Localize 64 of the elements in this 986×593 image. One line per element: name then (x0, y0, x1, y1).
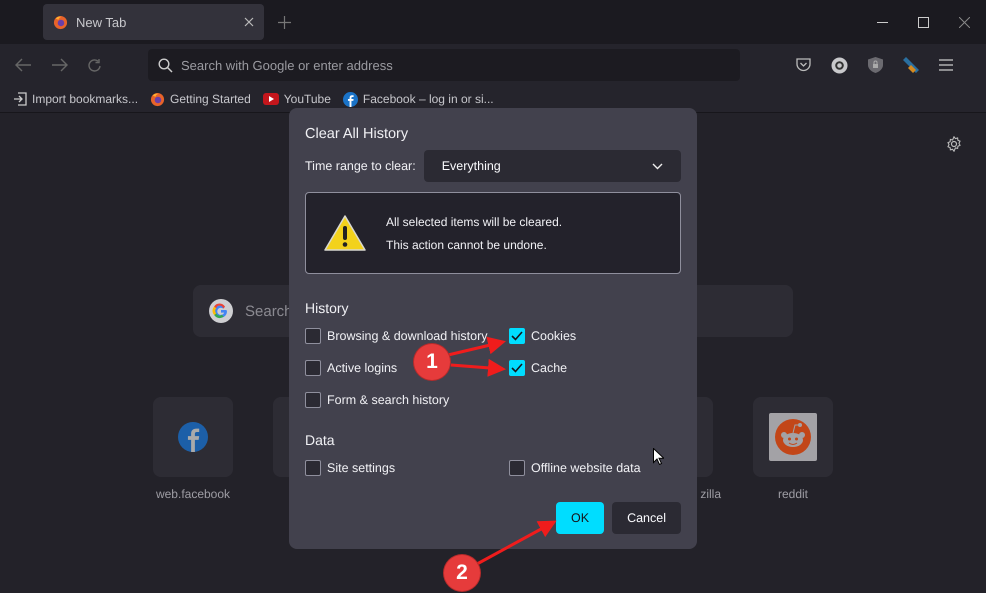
check-icon (511, 363, 523, 373)
checkbox[interactable] (305, 460, 321, 476)
checkbox-option[interactable]: Cache (509, 358, 568, 378)
annotation-arrow (450, 358, 506, 377)
top-site-label: zilla (700, 487, 721, 501)
facebook-icon (342, 92, 358, 106)
reddit-icon (769, 413, 817, 461)
checkbox-option[interactable]: Form & search history (305, 390, 450, 410)
back-icon[interactable] (15, 58, 32, 72)
menu-icon[interactable] (939, 59, 953, 71)
time-range-dropdown[interactable]: Everything (424, 150, 681, 182)
dialog-title: Clear All History (305, 126, 410, 142)
browser-tab[interactable]: New Tab (43, 4, 264, 40)
cursor-icon (653, 448, 664, 465)
warning-icon (324, 214, 366, 252)
address-bar[interactable]: Search with Google or enter address (148, 49, 740, 81)
bookmark[interactable]: Getting Started (150, 92, 251, 106)
facebook-icon (178, 422, 208, 452)
forward-icon[interactable] (51, 58, 68, 72)
firefox-icon (53, 14, 68, 30)
section-heading: Data (305, 432, 336, 448)
checkbox[interactable] (305, 328, 321, 344)
address-placeholder: Search with Google or enter address (181, 58, 393, 72)
checkbox-option[interactable]: Active logins (305, 358, 398, 378)
checkbox[interactable] (509, 460, 525, 476)
top-site-label: web.facebook (156, 487, 230, 501)
bookmark[interactable]: Import bookmarks... (13, 92, 138, 106)
checkbox[interactable] (509, 360, 525, 376)
pocket-icon[interactable] (796, 58, 811, 72)
extension-icon[interactable] (903, 57, 919, 73)
checkbox-option[interactable]: Browsing & download history (305, 326, 488, 346)
ok-button[interactable]: OK (556, 502, 604, 534)
new-tab-icon[interactable] (278, 16, 291, 28)
warning-text: This action cannot be undone. (386, 238, 548, 252)
bookmark[interactable]: YouTube (262, 92, 331, 106)
check-icon (511, 331, 523, 341)
maximize-icon[interactable] (918, 16, 929, 28)
import-icon (13, 92, 27, 106)
section-heading: History (305, 300, 350, 316)
youtube-icon (262, 93, 279, 105)
checkbox-option[interactable]: Site settings (305, 458, 396, 478)
cancel-button[interactable]: Cancel (612, 502, 681, 534)
reload-icon[interactable] (87, 58, 102, 72)
checkbox[interactable] (305, 392, 321, 408)
chevron-icon (652, 162, 663, 170)
settings-icon[interactable] (946, 136, 962, 152)
warning-text: All selected items will be cleared. (386, 214, 562, 228)
firefox-icon (150, 92, 166, 106)
top-site-label: reddit (778, 487, 808, 501)
account-icon[interactable] (831, 56, 848, 74)
top-site-tile[interactable] (753, 397, 833, 477)
close-icon[interactable] (244, 17, 254, 27)
top-site-tile[interactable] (153, 397, 233, 477)
checkbox[interactable] (305, 360, 321, 376)
google-icon (209, 299, 233, 323)
search-icon (158, 58, 173, 72)
step-number-badge: 2 (444, 555, 480, 591)
close-icon[interactable] (959, 16, 970, 28)
checkbox-option[interactable]: Offline website data (509, 458, 641, 478)
time-range-label: Time range to clear: (305, 159, 416, 173)
checkbox-option[interactable]: Cookies (509, 326, 576, 346)
checkbox[interactable] (509, 328, 525, 344)
bookmark[interactable]: Facebook – log in or si... (342, 92, 494, 106)
shield-icon[interactable] (868, 57, 883, 73)
